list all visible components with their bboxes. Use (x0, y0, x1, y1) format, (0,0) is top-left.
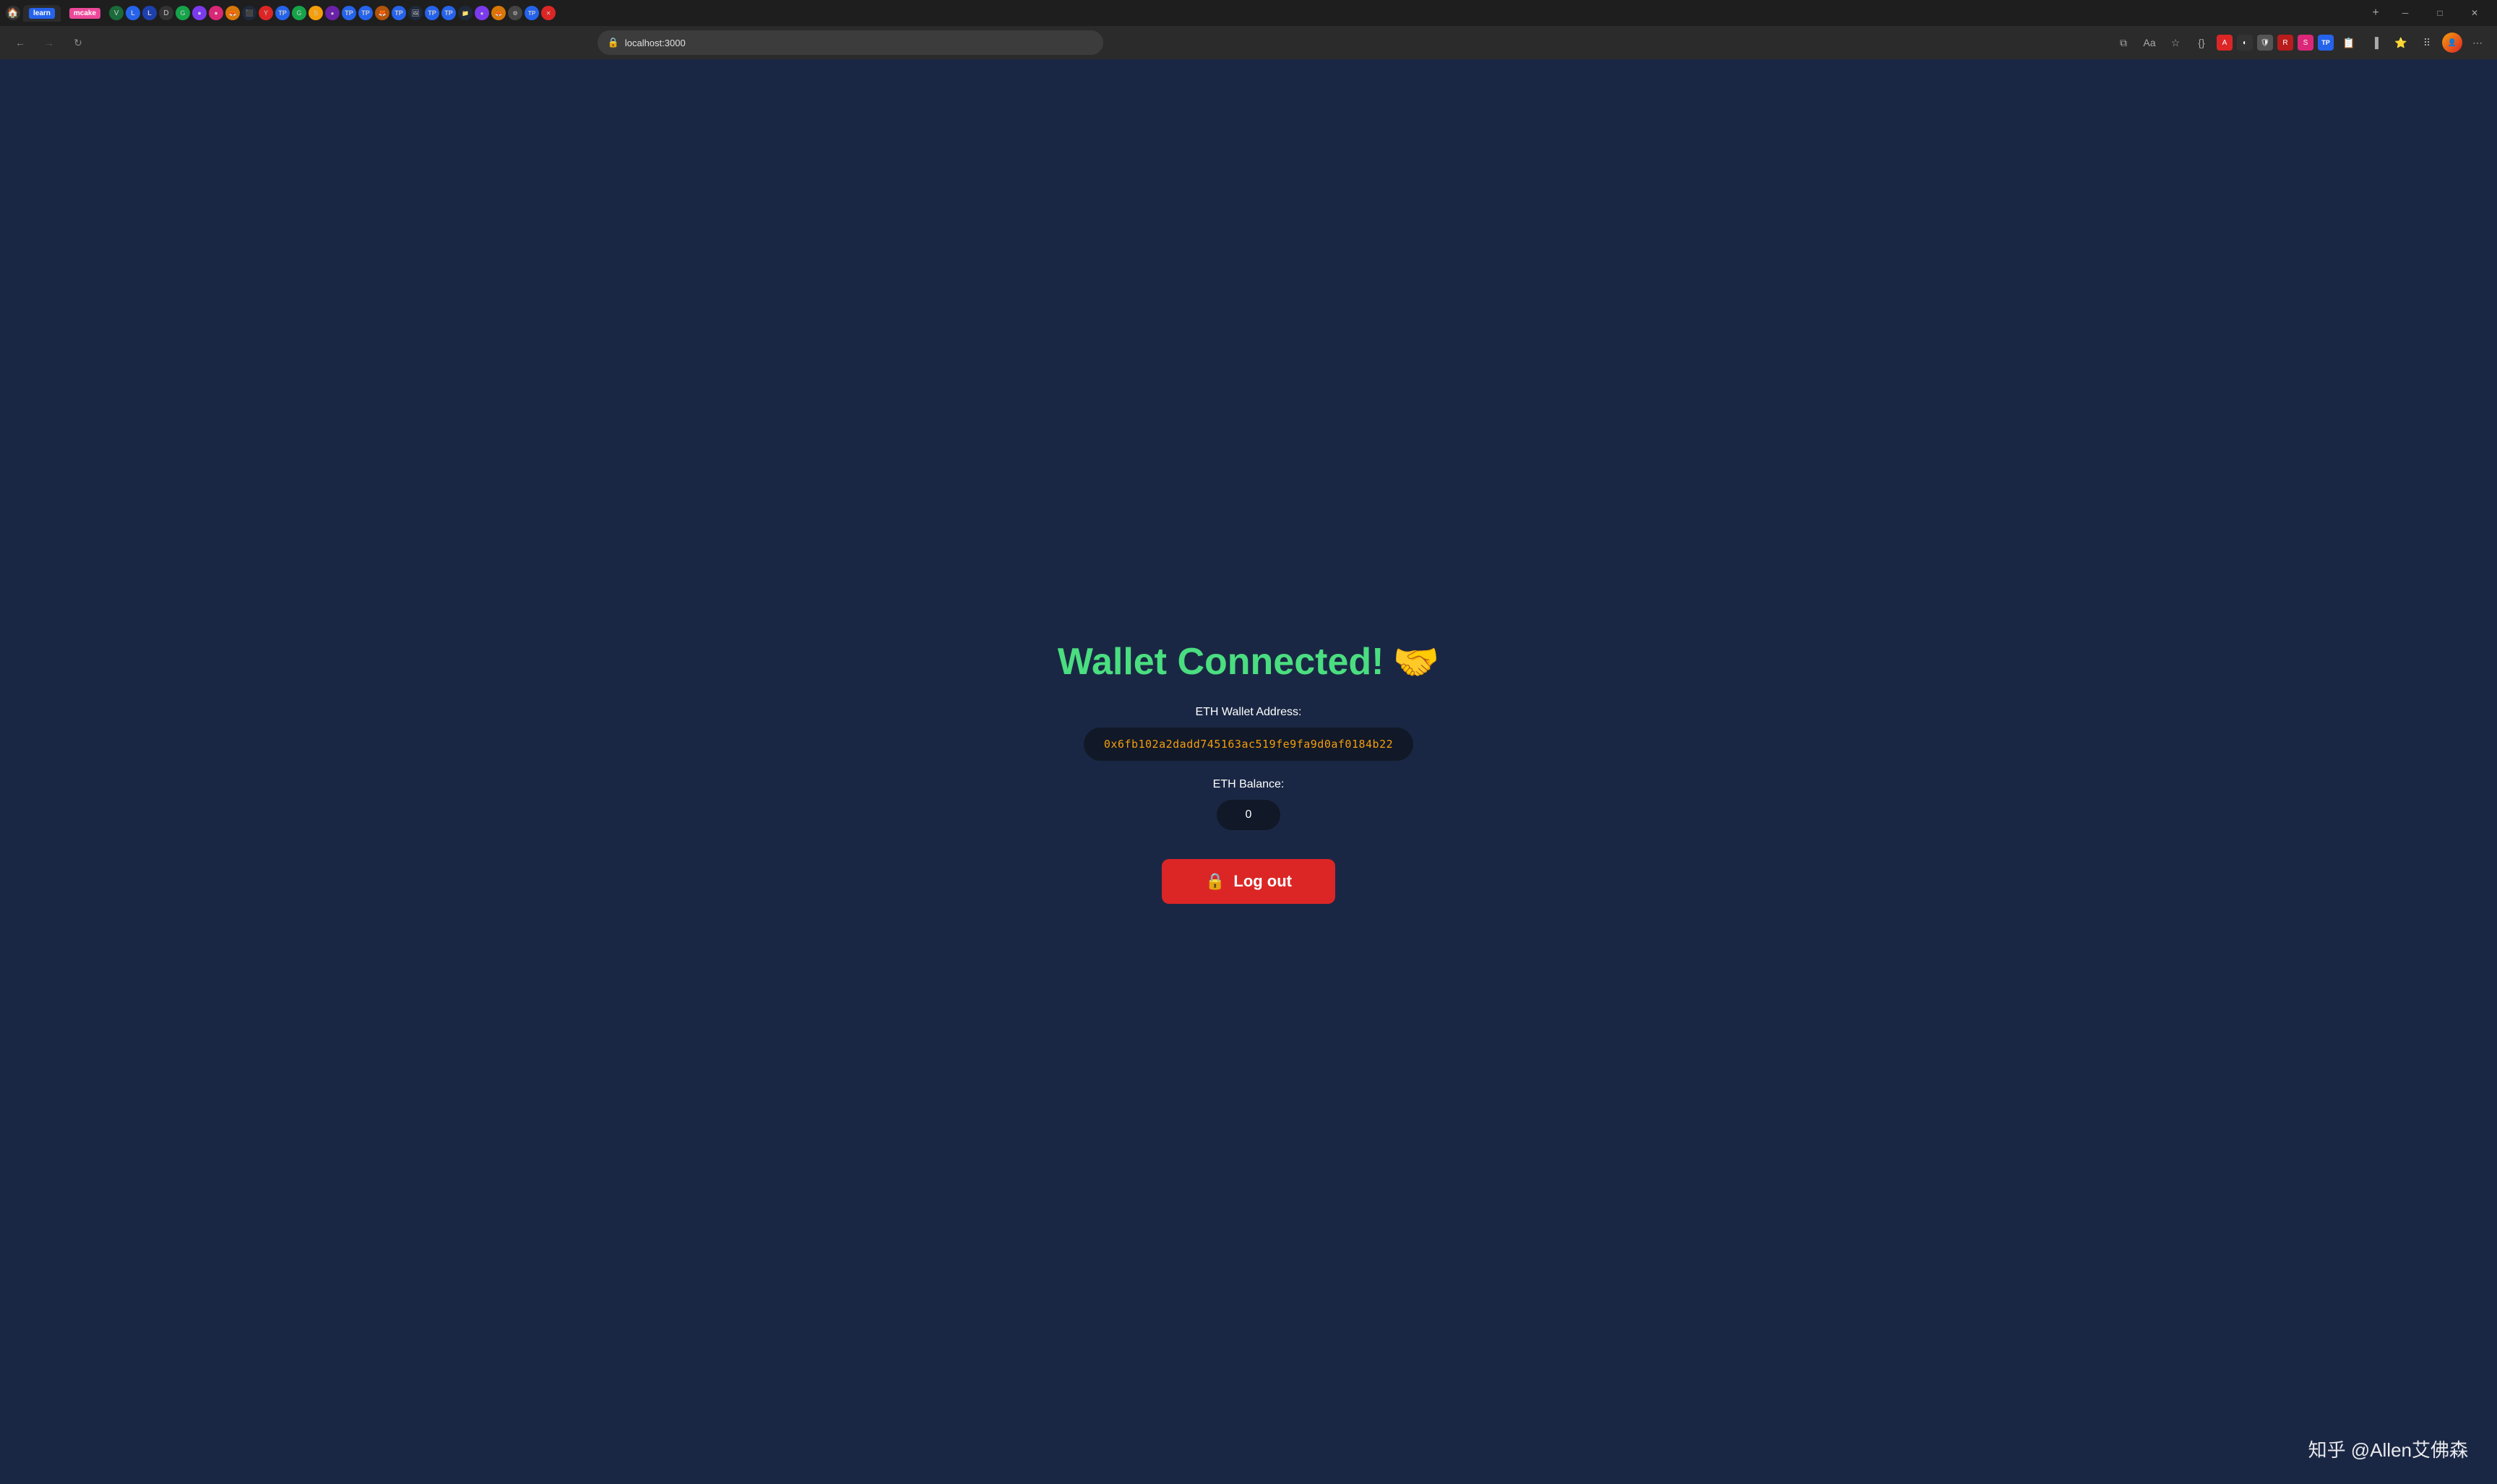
tab-icon-22[interactable]: 📁 (458, 6, 473, 20)
ext-red2-icon[interactable]: R (2277, 35, 2293, 51)
sidebar-icon[interactable]: ▐ (2364, 32, 2386, 53)
tab-icon-23[interactable]: ● (475, 6, 489, 20)
tab-icon-21[interactable]: TP (441, 6, 456, 20)
ext-tp-icon[interactable]: TP (2318, 35, 2334, 51)
favorites-icon[interactable]: ☆ (2165, 32, 2186, 53)
eth-address-label: ETH Wallet Address: (1195, 706, 1301, 719)
tab-icon-6[interactable]: ● (192, 6, 207, 20)
tab-icon-16[interactable]: TP (358, 6, 373, 20)
ext-shield-icon[interactable]: 🛡 (2257, 35, 2273, 51)
tab-icon-3[interactable]: L (142, 6, 157, 20)
address-bar-row: ← → ↻ 🔒 localhost:3000 ⧉ Aa ☆ {} A ◐ 🛡 R… (0, 26, 2497, 59)
tab-icon-17[interactable]: 🦊 (375, 6, 389, 20)
tab-icon-19[interactable]: 🖼 (408, 6, 423, 20)
tab-icon-11[interactable]: TP (275, 6, 290, 20)
tab-icon-10[interactable]: Y (259, 6, 273, 20)
wallet-connected-title: Wallet Connected! 🤝 (1058, 640, 1439, 684)
back-button[interactable]: ← (9, 31, 32, 54)
tab-mcake-label: mcake (69, 8, 100, 19)
close-button[interactable]: ✕ (2458, 0, 2491, 26)
collections-icon[interactable]: 📋 (2338, 32, 2360, 53)
watermark: 知乎 @Allen艾佛森 (2308, 1436, 2468, 1462)
logout-label: Log out (1233, 872, 1292, 891)
tab-icon-14[interactable]: ● (325, 6, 340, 20)
ext-pink-icon[interactable]: S (2298, 35, 2313, 51)
other-tabs: V L L D G ● ● 🦊 ⬛ Y TP G S ● TP TP 🦊 TP … (109, 6, 2363, 20)
ext-dark-icon[interactable]: ◐ (2237, 35, 2253, 51)
wallet-connected-text: Wallet Connected! (1058, 640, 1384, 683)
favorites-star-icon[interactable]: ⭐ (2390, 32, 2412, 53)
logout-lock-emoji: 🔒 (1205, 872, 1225, 891)
tab-icon-15[interactable]: TP (342, 6, 356, 20)
eth-balance-value: 0 (1217, 800, 1281, 830)
eth-address-value: 0x6fb102a2dadd745163ac519fe9fa9d0af0184b… (1084, 728, 1413, 761)
security-icon: 🔒 (608, 37, 619, 48)
tab-icon-7[interactable]: ● (209, 6, 223, 20)
ext-red-icon[interactable]: A (2217, 35, 2233, 51)
tab-icon-27[interactable]: ✕ (541, 6, 556, 20)
tab-bar: 🏠 learn mcake V L L D G ● ● 🦊 ⬛ Y TP G S… (0, 0, 2497, 26)
tab-mcake[interactable]: mcake (64, 5, 106, 22)
app-content: Wallet Connected! 🤝 ETH Wallet Address: … (0, 59, 2497, 1484)
tab-icon-25[interactable]: ⚙ (508, 6, 522, 20)
immersive-reader-icon[interactable]: Aa (2139, 32, 2160, 53)
new-tab-button[interactable]: + (2366, 3, 2386, 23)
tab-icon-20[interactable]: TP (425, 6, 439, 20)
browser-chrome: 🏠 learn mcake V L L D G ● ● 🦊 ⬛ Y TP G S… (0, 0, 2497, 59)
url-text: localhost:3000 (625, 38, 686, 48)
tab-learn-label: learn (29, 8, 55, 19)
forward-button[interactable]: → (38, 31, 61, 54)
profile-icon[interactable]: 🏠 (6, 6, 20, 20)
settings-icon[interactable]: ⋯ (2467, 32, 2488, 53)
tab-icon-4[interactable]: D (159, 6, 173, 20)
user-avatar[interactable]: 👤 (2442, 33, 2462, 53)
eth-balance-label: ETH Balance: (1213, 778, 1285, 791)
tab-icon-12[interactable]: G (292, 6, 306, 20)
code-icon[interactable]: {} (2191, 32, 2212, 53)
tab-icon-13[interactable]: S (309, 6, 323, 20)
tab-icon-9[interactable]: ⬛ (242, 6, 256, 20)
address-bar[interactable]: 🔒 localhost:3000 (598, 30, 1103, 55)
tab-icon-24[interactable]: 🦊 (491, 6, 506, 20)
tab-icon-2[interactable]: L (126, 6, 140, 20)
tab-icon-18[interactable]: TP (392, 6, 406, 20)
tab-icon-1[interactable]: V (109, 6, 124, 20)
window-controls: ─ □ ✕ (2389, 0, 2491, 26)
tab-icon-5[interactable]: G (176, 6, 190, 20)
apps-icon[interactable]: ⠿ (2416, 32, 2438, 53)
logout-button[interactable]: 🔒 Log out (1162, 859, 1335, 904)
tab-icon-26[interactable]: TP (525, 6, 539, 20)
toolbar-icons: ⧉ Aa ☆ {} A ◐ 🛡 R S TP 📋 ▐ ⭐ ⠿ 👤 ⋯ (2113, 32, 2488, 53)
tab-icon-8[interactable]: 🦊 (225, 6, 240, 20)
handshake-emoji: 🤝 (1392, 640, 1439, 684)
split-view-icon[interactable]: ⧉ (2113, 32, 2134, 53)
reload-button[interactable]: ↻ (66, 31, 90, 54)
maximize-button[interactable]: □ (2423, 0, 2457, 26)
minimize-button[interactable]: ─ (2389, 0, 2422, 26)
tab-learn[interactable]: learn (23, 5, 61, 22)
